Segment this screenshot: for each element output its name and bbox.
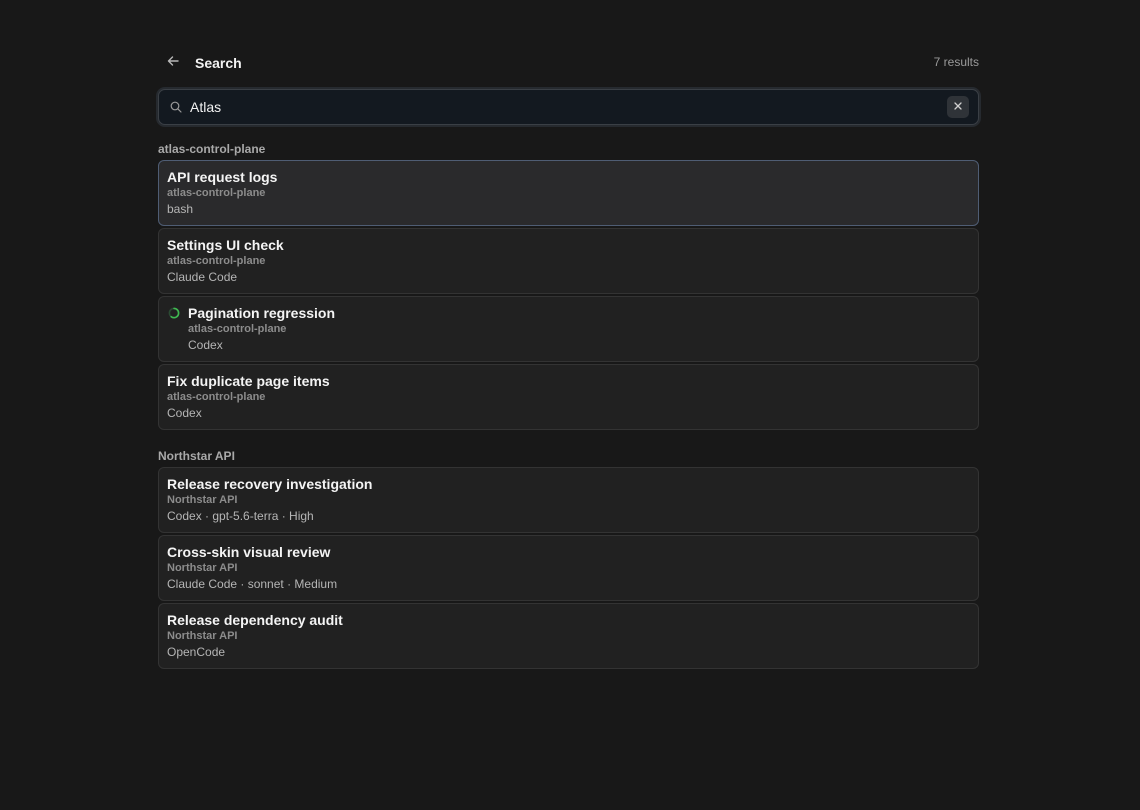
result-project: atlas-control-plane (167, 187, 266, 199)
result-item[interactable]: Settings UI check atlas-control-plane Cl… (158, 228, 979, 294)
result-count: 7 results (933, 55, 979, 69)
result-project: atlas-control-plane (167, 255, 266, 267)
result-item-body: Pagination regression atlas-control-plan… (188, 305, 970, 353)
result-item[interactable]: Pagination regression atlas-control-plan… (158, 296, 979, 362)
result-title: Settings UI check (167, 237, 284, 253)
result-meta: Claude Code (167, 270, 238, 284)
result-item[interactable]: Release recovery investigation Northstar… (158, 467, 979, 533)
result-project: Northstar API (167, 630, 238, 642)
result-item[interactable]: Release dependency audit Northstar API O… (158, 603, 979, 669)
result-item[interactable]: Cross-skin visual review Northstar API C… (158, 535, 979, 601)
result-project: Northstar API (167, 494, 238, 506)
page-title: Search (195, 55, 242, 71)
result-item-body: Release recovery investigation Northstar… (167, 476, 970, 524)
result-item-body: Release dependency audit Northstar API O… (167, 612, 970, 660)
result-item-body: Cross-skin visual review Northstar API C… (167, 544, 970, 592)
clear-search-button[interactable] (947, 96, 969, 118)
result-title: API request logs (167, 169, 278, 185)
result-group: API request logs atlas-control-plane bas… (158, 160, 979, 430)
spinner-icon (168, 306, 180, 319)
result-project: atlas-control-plane (167, 391, 266, 403)
result-meta: Claude Code · sonnet · Medium (167, 577, 338, 591)
result-title: Release recovery investigation (167, 476, 373, 492)
result-item-body: Fix duplicate page items atlas-control-p… (167, 373, 970, 421)
result-project: Northstar API (167, 562, 238, 574)
result-meta: OpenCode (167, 645, 226, 659)
result-title: Fix duplicate page items (167, 373, 330, 389)
close-icon (953, 98, 963, 116)
result-item[interactable]: API request logs atlas-control-plane bas… (158, 160, 979, 226)
result-title: Cross-skin visual review (167, 544, 331, 560)
group-label: Northstar API (158, 449, 235, 463)
search-page: Search 7 results atlas-control-plane API… (158, 50, 979, 671)
result-project: atlas-control-plane (188, 323, 287, 335)
arrow-left-icon (166, 54, 180, 73)
search-header: Search 7 results (158, 50, 979, 76)
search-box (158, 89, 979, 125)
result-meta: Codex · gpt-5.6-terra · High (167, 509, 314, 523)
result-item-body: Settings UI check atlas-control-plane Cl… (167, 237, 970, 285)
result-title: Release dependency audit (167, 612, 343, 628)
result-item-body: API request logs atlas-control-plane bas… (167, 169, 970, 217)
search-icon (169, 100, 183, 114)
result-group: Release recovery investigation Northstar… (158, 467, 979, 669)
result-title: Pagination regression (188, 305, 336, 321)
result-meta: Codex (167, 406, 202, 420)
group-label: atlas-control-plane (158, 142, 266, 156)
result-meta: Codex (188, 338, 223, 352)
result-meta: bash (167, 202, 194, 216)
result-item[interactable]: Fix duplicate page items atlas-control-p… (158, 364, 979, 430)
back-button[interactable] (159, 50, 187, 76)
search-input[interactable] (190, 92, 947, 122)
